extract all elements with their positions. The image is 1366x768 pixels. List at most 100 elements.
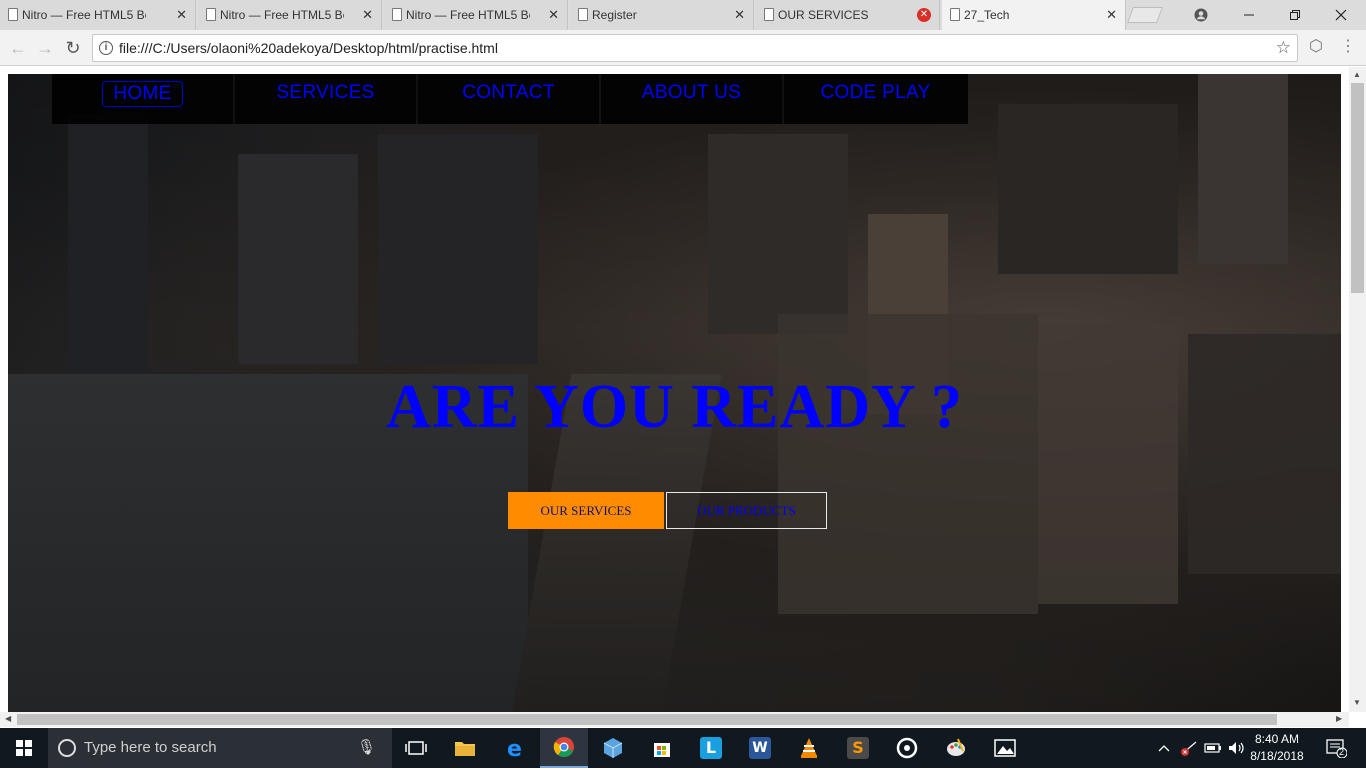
nav-item-services: SERVICES	[235, 74, 418, 124]
browser-tab[interactable]: Nitro — Free HTML5 Bo ✕	[384, 0, 568, 30]
system-clock[interactable]: 8:40 AM 8/18/2018	[1242, 731, 1312, 765]
document-icon	[950, 8, 960, 21]
page-viewport: HOME SERVICES CONTACT ABOUT US CODE PLAY…	[0, 67, 1366, 712]
tab-title: OUR SERVICES	[778, 8, 869, 22]
nav-item-code-play: CODE PLAY	[784, 74, 967, 124]
windows-taskbar: Type here to search 🎙 e L W S 8:40 AM 8/…	[0, 728, 1366, 768]
scroll-right-arrow-icon[interactable]: ▶	[1336, 714, 1342, 723]
scrollbar-thumb[interactable]	[1351, 83, 1364, 293]
forward-arrow-icon[interactable]: →	[33, 36, 57, 60]
hero-background-image	[708, 134, 848, 334]
clock-date: 8/18/2018	[1250, 749, 1304, 763]
sublime-text-icon[interactable]: S	[834, 728, 882, 768]
notification-count: 2	[1339, 747, 1345, 757]
info-icon[interactable]: i	[99, 41, 113, 55]
store-icon[interactable]	[638, 728, 686, 768]
document-icon	[392, 8, 402, 21]
nav-link-home[interactable]: HOME	[102, 81, 183, 107]
site-navbar: HOME SERVICES CONTACT ABOUT US CODE PLAY	[52, 74, 968, 124]
close-icon[interactable]: ✕	[734, 7, 745, 23]
hero-headline: ARE YOU READY ?	[385, 373, 964, 441]
document-icon	[764, 8, 774, 21]
url-text: file:///C:/Users/olaoni%20adekoya/Deskto…	[119, 40, 498, 56]
restore-button[interactable]	[1272, 0, 1318, 30]
scroll-up-arrow-icon[interactable]: ▲	[1353, 70, 1361, 79]
hero-background-image	[378, 134, 538, 364]
document-icon	[578, 8, 588, 21]
clock-time: 8:40 AM	[1254, 732, 1300, 746]
browser-tab[interactable]: OUR SERVICES ✕	[756, 0, 940, 30]
close-icon[interactable]: ✕	[917, 8, 931, 22]
hero-background-image	[68, 114, 148, 374]
edge-icon[interactable]: e	[491, 728, 539, 768]
battery-icon[interactable]	[1202, 728, 1224, 768]
menu-icon[interactable]: ⋮	[1337, 36, 1359, 56]
reload-icon[interactable]: ↻	[61, 36, 85, 60]
browser-tab-strip: Nitro — Free HTML5 Bo ✕ Nitro — Free HTM…	[0, 0, 1366, 30]
hero-background-image	[998, 104, 1178, 274]
nav-item-contact: CONTACT	[418, 74, 601, 124]
document-icon	[206, 8, 216, 21]
nav-item-about-us: ABOUT US	[601, 74, 784, 124]
task-view-icon[interactable]	[392, 728, 440, 768]
scroll-down-arrow-icon[interactable]: ▼	[1353, 698, 1361, 707]
close-icon[interactable]: ✕	[362, 7, 373, 23]
vlc-icon[interactable]	[785, 728, 833, 768]
windows-logo-icon	[16, 740, 32, 756]
close-window-button[interactable]	[1318, 0, 1364, 30]
tab-title: Nitro — Free HTML5 Bo	[22, 8, 146, 22]
groove-music-icon[interactable]	[883, 728, 931, 768]
extension-icon[interactable]: ⬡	[1305, 36, 1327, 56]
hero-background-image	[238, 154, 358, 364]
word-icon[interactable]: W	[736, 728, 784, 768]
lync-icon[interactable]: L	[687, 728, 735, 768]
browser-tab[interactable]: Nitro — Free HTML5 Bo ✕	[198, 0, 382, 30]
hero-background-image	[1188, 334, 1341, 574]
vertical-scrollbar[interactable]: ▲ ▼	[1349, 67, 1366, 712]
cortana-icon	[58, 739, 76, 757]
nav-link-about-us[interactable]: ABOUT US	[632, 81, 751, 107]
browser-tab-active[interactable]: 27_Tech ✕	[942, 0, 1126, 30]
close-icon[interactable]: ✕	[548, 7, 559, 23]
scrollbar-thumb[interactable]	[17, 714, 1277, 725]
back-arrow-icon[interactable]: ←	[6, 36, 30, 60]
nav-link-contact[interactable]: CONTACT	[452, 81, 565, 107]
new-tab-button[interactable]	[1127, 7, 1163, 23]
minimize-button[interactable]	[1226, 0, 1272, 30]
tab-title: Register	[592, 8, 637, 22]
start-button[interactable]	[0, 728, 48, 768]
profile-icon[interactable]	[1178, 0, 1224, 30]
bookmark-star-icon[interactable]: ☆	[1276, 35, 1291, 61]
tab-title: Nitro — Free HTML5 Bo	[220, 8, 344, 22]
browser-toolbar: ← → ↻ i file:///C:/Users/olaoni%20adekoy…	[0, 30, 1366, 66]
show-hidden-icons-chevron-icon[interactable]	[1154, 728, 1174, 768]
address-bar[interactable]: i file:///C:/Users/olaoni%20adekoya/Desk…	[92, 34, 1298, 62]
hero-background-image	[1038, 324, 1178, 604]
paint-icon[interactable]	[932, 728, 980, 768]
network-error-icon[interactable]	[1178, 728, 1200, 768]
hero-background-image	[778, 314, 1038, 614]
action-center-icon[interactable]: 2	[1318, 728, 1354, 768]
hero-background-image	[1198, 74, 1288, 264]
document-icon	[8, 8, 18, 21]
svg-text:e: e	[507, 737, 522, 759]
our-products-button[interactable]: OUR PRODUCTS	[666, 492, 827, 529]
browser-tab[interactable]: Nitro — Free HTML5 Bo ✕	[0, 0, 196, 30]
chrome-icon[interactable]	[540, 728, 588, 768]
tab-title: Nitro — Free HTML5 Bo	[406, 8, 530, 22]
search-placeholder: Type here to search	[84, 739, 217, 756]
close-icon[interactable]: ✕	[1106, 7, 1117, 23]
nav-link-services[interactable]: SERVICES	[266, 81, 384, 107]
horizontal-scrollbar[interactable]: ◀ ▶	[0, 712, 1349, 727]
close-icon[interactable]: ✕	[176, 7, 187, 23]
nav-link-code-play[interactable]: CODE PLAY	[810, 81, 940, 107]
our-services-button[interactable]: OUR SERVICES	[508, 492, 664, 529]
3d-viewer-icon[interactable]	[589, 728, 637, 768]
taskbar-search[interactable]: Type here to search 🎙	[48, 728, 392, 768]
scroll-left-arrow-icon[interactable]: ◀	[5, 714, 11, 723]
microphone-icon[interactable]: 🎙	[357, 728, 376, 768]
browser-tab[interactable]: Register ✕	[570, 0, 754, 30]
tab-title: 27_Tech	[964, 8, 1010, 22]
file-explorer-icon[interactable]	[441, 728, 489, 768]
photos-icon[interactable]	[981, 728, 1029, 768]
